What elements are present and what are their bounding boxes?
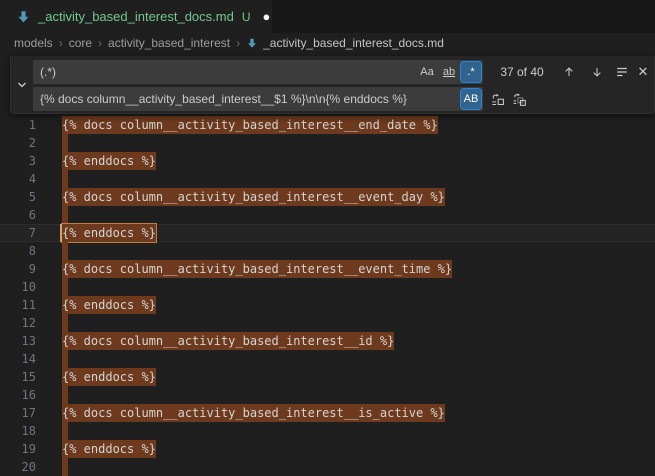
replace-input-value: {% docs column__activity_based_interest_… — [40, 92, 407, 106]
code-line-12[interactable]: 12 — [0, 314, 655, 332]
code-line-5[interactable]: 5 {% docs column__activity_based_interest… — [0, 188, 655, 206]
preserve-case-toggle[interactable]: AB — [461, 89, 481, 109]
line-number[interactable]: 10 — [0, 278, 36, 296]
find-in-selection-icon[interactable] — [612, 62, 632, 82]
line-number[interactable]: 13 — [0, 332, 36, 350]
code-line-4[interactable]: 4 — [0, 170, 655, 188]
tab-active-file[interactable]: _activity_based_interest_docs.md U ● — [0, 0, 272, 33]
code-text[interactable] — [62, 170, 68, 188]
line-number[interactable]: 2 — [0, 134, 36, 152]
code-text[interactable] — [62, 278, 68, 296]
tab-title: _activity_based_interest_docs.md — [38, 9, 234, 24]
breadcrumb-item-file[interactable]: _activity_based_interest_docs.md — [246, 36, 444, 50]
code-text[interactable]: {% enddocs %} — [62, 368, 156, 386]
line-number[interactable]: 15 — [0, 368, 36, 386]
line-number[interactable]: 19 — [0, 440, 36, 458]
match-case-toggle[interactable]: Aa — [417, 62, 437, 82]
code-line-13[interactable]: 13 {% docs column__activity_based_interes… — [0, 332, 655, 350]
current-find-match[interactable]: {% enddocs %} — [62, 224, 156, 242]
breadcrumb-item-models[interactable]: models — [14, 36, 53, 50]
code-text[interactable] — [62, 134, 68, 152]
code-line-7[interactable]: 7 {% enddocs %} — [0, 224, 655, 242]
code-line-15[interactable]: 15 {% enddocs %} — [0, 368, 655, 386]
markdown-icon — [16, 9, 31, 24]
code-line-3[interactable]: 3 {% enddocs %} — [0, 152, 655, 170]
code-line-9[interactable]: 9 {% docs column__activity_based_interest… — [0, 260, 655, 278]
find-results-count: 37 of 40 — [489, 60, 555, 84]
replace-button[interactable] — [487, 89, 507, 109]
regex-toggle[interactable]: .* — [461, 62, 481, 82]
line-number[interactable]: 3 — [0, 152, 36, 170]
code-text[interactable]: {% enddocs %} — [62, 440, 156, 458]
replace-all-button[interactable] — [509, 89, 529, 109]
find-replace-widget: (.*) Aa ab .* 37 of 40 ✕ {% docs column_… — [10, 56, 655, 114]
chevron-right-icon: › — [98, 36, 102, 50]
next-match-button[interactable] — [587, 62, 607, 82]
code-text[interactable] — [62, 386, 68, 404]
find-input[interactable]: (.*) Aa ab .* — [33, 60, 483, 84]
code-line-20[interactable]: 20 — [0, 458, 655, 476]
line-number[interactable]: 6 — [0, 206, 36, 224]
whole-word-toggle[interactable]: ab — [439, 62, 459, 82]
code-line-18[interactable]: 18 — [0, 422, 655, 440]
breadcrumb: models › core › activity_based_interest … — [0, 33, 655, 52]
toggle-replace-chevron-icon[interactable] — [11, 56, 32, 113]
line-number[interactable]: 7 — [0, 224, 36, 242]
line-number[interactable]: 11 — [0, 296, 36, 314]
code-line-14[interactable]: 14 — [0, 350, 655, 368]
code-line-17[interactable]: 17 {% docs column__activity_based_interes… — [0, 404, 655, 422]
code-text[interactable] — [62, 458, 68, 476]
code-line-8[interactable]: 8 — [0, 242, 655, 260]
modified-dot-icon[interactable]: ● — [263, 12, 271, 22]
replace-input[interactable]: {% docs column__activity_based_interest_… — [33, 87, 483, 111]
line-number[interactable]: 17 — [0, 404, 36, 422]
line-number[interactable]: 18 — [0, 422, 36, 440]
code-line-16[interactable]: 16 — [0, 386, 655, 404]
chevron-right-icon: › — [236, 36, 240, 50]
line-number[interactable]: 8 — [0, 242, 36, 260]
code-text[interactable]: {% enddocs %} — [62, 152, 156, 170]
code-text[interactable] — [62, 422, 68, 440]
code-text[interactable]: {% docs column__activity_based_interest_… — [62, 260, 452, 278]
code-line-19[interactable]: 19 {% enddocs %} — [0, 440, 655, 458]
breadcrumb-file-name: _activity_based_interest_docs.md — [263, 36, 444, 50]
line-number[interactable]: 5 — [0, 188, 36, 206]
code-line-2[interactable]: 2 — [0, 134, 655, 152]
code-text[interactable]: {% docs column__activity_based_interest_… — [62, 188, 445, 206]
line-number[interactable]: 12 — [0, 314, 36, 332]
code-line-10[interactable]: 10 — [0, 278, 655, 296]
code-text[interactable] — [62, 242, 68, 260]
previous-match-button[interactable] — [559, 62, 579, 82]
code-text[interactable]: {% enddocs %} — [62, 296, 156, 314]
code-line-6[interactable]: 6 — [0, 206, 655, 224]
line-number[interactable]: 16 — [0, 386, 36, 404]
code-text[interactable] — [62, 314, 68, 332]
tab-bar: _activity_based_interest_docs.md U ● — [0, 0, 655, 33]
editor-pane[interactable]: 1 {% docs column__activity_based_interest… — [0, 52, 655, 470]
line-number[interactable]: 14 — [0, 350, 36, 368]
breadcrumb-item-activity-based-interest[interactable]: activity_based_interest — [108, 36, 230, 50]
code-text[interactable] — [62, 350, 68, 368]
line-number[interactable]: 20 — [0, 458, 36, 476]
chevron-right-icon: › — [59, 36, 63, 50]
close-icon[interactable]: ✕ — [633, 62, 653, 82]
code-text[interactable]: {% docs column__activity_based_interest_… — [62, 332, 394, 350]
line-number[interactable]: 9 — [0, 260, 36, 278]
breadcrumb-item-core[interactable]: core — [69, 36, 92, 50]
code-text[interactable] — [62, 206, 68, 224]
git-status-badge: U — [242, 10, 251, 24]
find-input-value: (.*) — [40, 65, 56, 79]
code-text[interactable]: {% docs column__activity_based_interest_… — [62, 404, 445, 422]
code-text[interactable]: {% docs column__activity_based_interest_… — [62, 116, 438, 134]
line-number[interactable]: 1 — [0, 116, 36, 134]
code-line-1[interactable]: 1 {% docs column__activity_based_interest… — [0, 116, 655, 134]
line-number[interactable]: 4 — [0, 170, 36, 188]
code-line-11[interactable]: 11 {% enddocs %} — [0, 296, 655, 314]
markdown-icon — [246, 37, 258, 49]
